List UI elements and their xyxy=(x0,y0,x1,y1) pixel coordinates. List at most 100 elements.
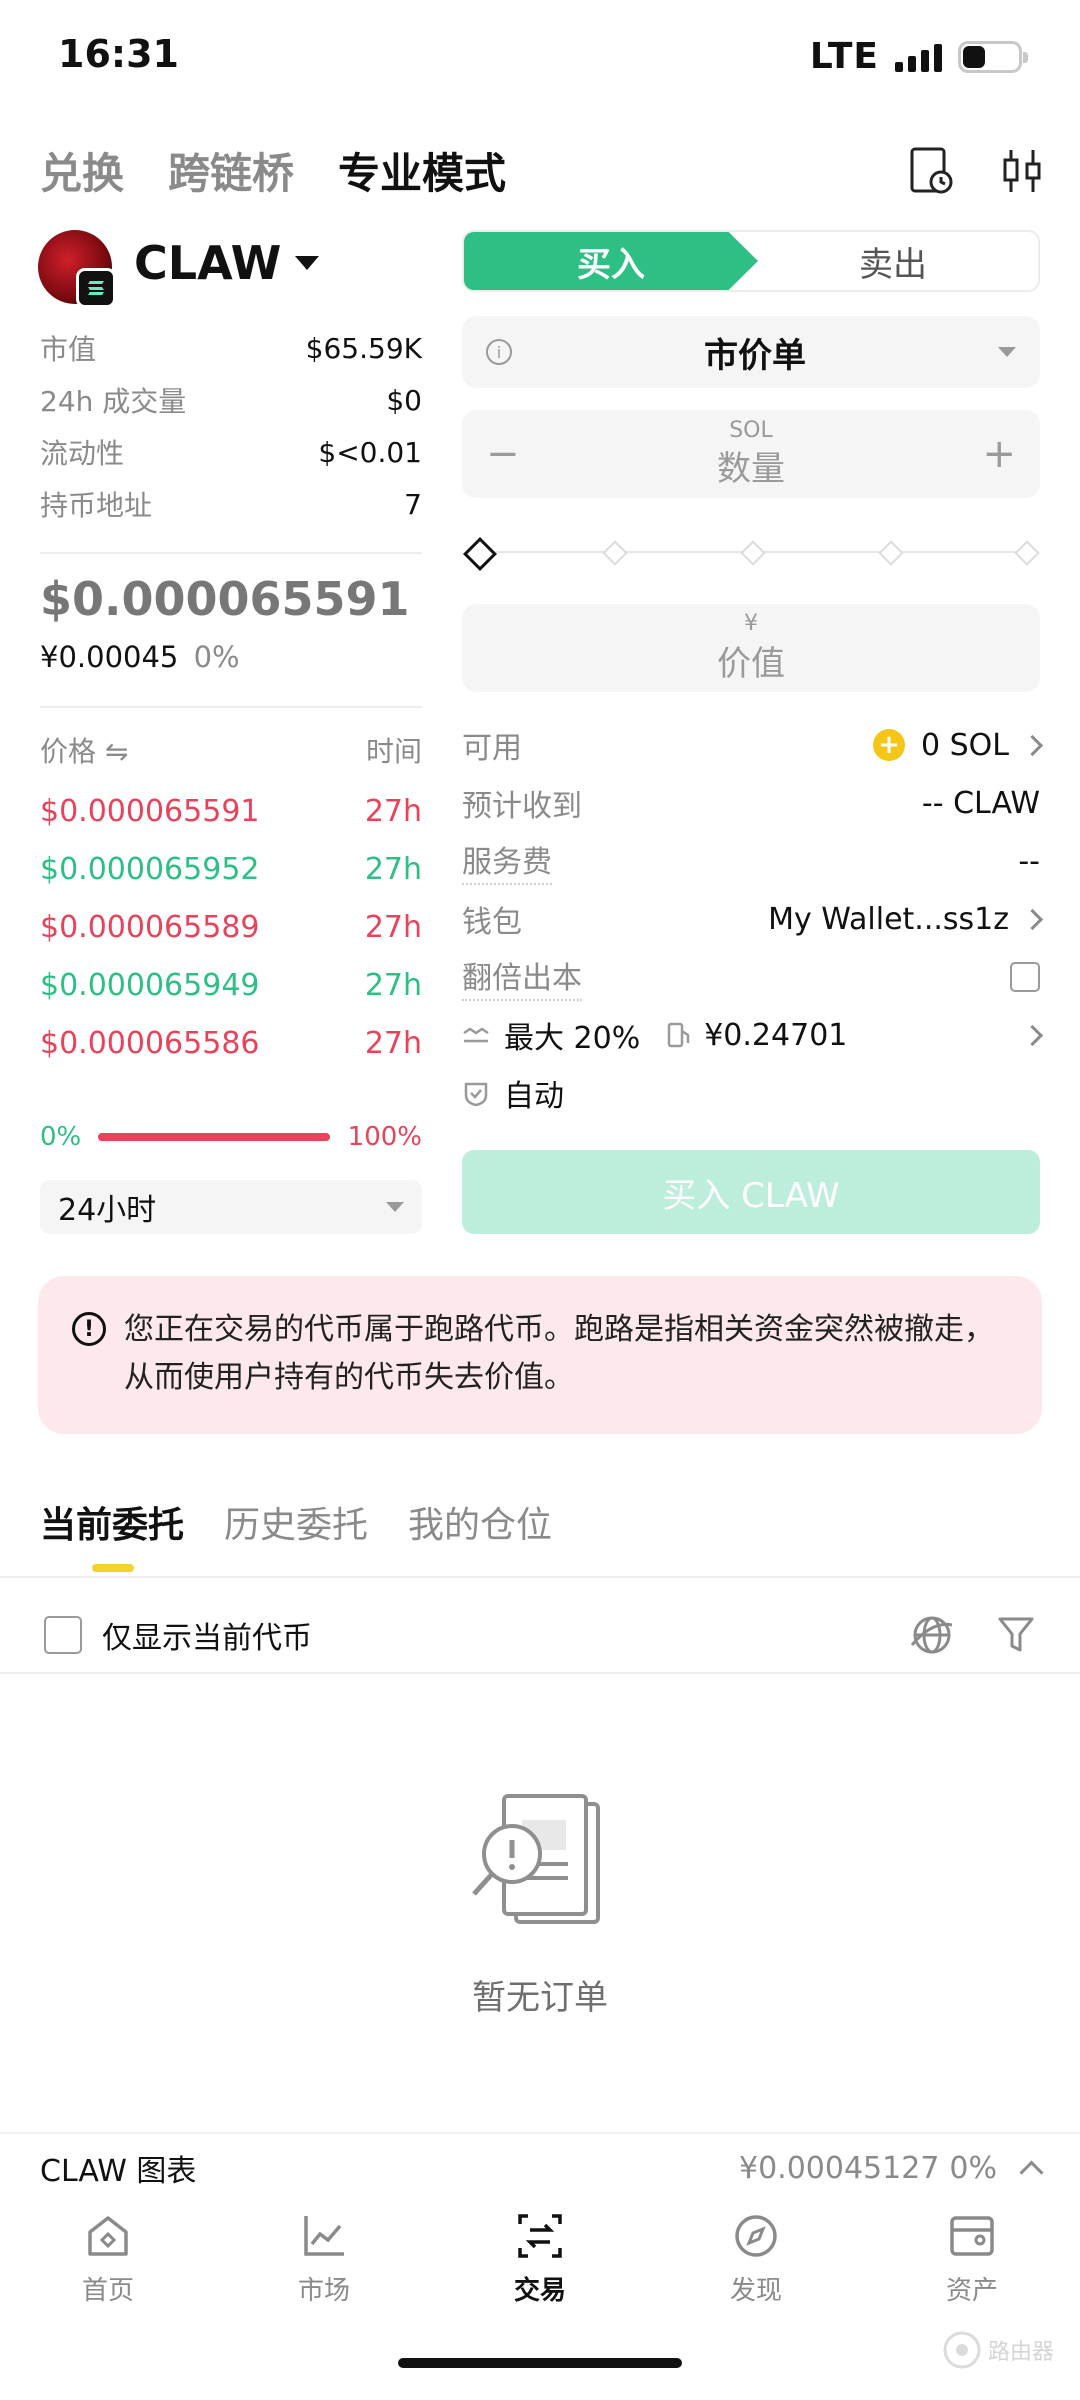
battery-icon xyxy=(958,40,1028,73)
amount-slider[interactable] xyxy=(463,537,1040,571)
chart-change: 0% xyxy=(949,2150,997,2186)
available-row[interactable]: 可用 + 0 SOL xyxy=(462,716,1044,774)
token-price-usd: $0.000065591 xyxy=(40,572,410,626)
token-selector[interactable]: CLAW xyxy=(134,236,320,290)
stat-holders: 持币地址 7 xyxy=(40,487,422,523)
gas-icon xyxy=(667,1022,690,1048)
divider xyxy=(40,706,422,708)
discover-compass-icon xyxy=(735,2215,777,2257)
orders-filter-row: 仅显示当前代币 xyxy=(44,1600,1036,1670)
home-indicator[interactable] xyxy=(398,2358,682,2368)
signal-icon xyxy=(895,42,942,72)
solana-badge-icon xyxy=(76,268,116,308)
double-cost-checkbox[interactable] xyxy=(1010,962,1040,992)
trade-row: $0.000065589 27h xyxy=(40,909,422,945)
nav-discover[interactable]: 发现 xyxy=(676,2210,836,2320)
token-logo xyxy=(38,230,116,308)
market-chart-icon xyxy=(304,2216,344,2256)
chevron-up-icon xyxy=(1019,2159,1044,2185)
available-value: 0 SOL xyxy=(921,727,1009,763)
double-cost-row: 翻倍出本 xyxy=(462,948,1040,1006)
wallet-row[interactable]: 钱包 My Wallet...ss1z xyxy=(462,890,1044,948)
recent-trades: $0.000065591 27h $0.000065952 27h $0.00006… xyxy=(40,782,422,1072)
shield-check-icon xyxy=(464,1082,488,1107)
expected-label: 预计收到 xyxy=(462,789,582,824)
only-current-token-label[interactable]: 仅显示当前代币 xyxy=(102,1613,312,1657)
watermark-logo-icon xyxy=(943,2331,981,2369)
slider-step-25[interactable] xyxy=(602,540,628,566)
order-history-icon[interactable] xyxy=(908,146,954,196)
alert-icon: ! xyxy=(72,1312,106,1346)
network-type: LTE xyxy=(809,36,879,77)
tab-pro-mode[interactable]: 专业模式 xyxy=(338,140,506,201)
divider xyxy=(0,1576,1080,1578)
home-icon xyxy=(88,2216,128,2256)
slider-step-75[interactable] xyxy=(878,540,904,566)
slippage-gas-row[interactable]: 最大 20% ¥0.24701 xyxy=(462,1006,1044,1064)
active-tab-indicator xyxy=(92,1564,134,1572)
chevron-down-icon xyxy=(386,1202,404,1212)
chevron-down-icon xyxy=(998,347,1016,357)
expected-value: -- CLAW xyxy=(921,785,1040,821)
status-indicators: LTE xyxy=(809,36,1028,77)
wallet-icon xyxy=(950,2216,994,2256)
candlestick-chart-icon[interactable] xyxy=(1000,146,1044,196)
tab-current-orders[interactable]: 当前委托 xyxy=(40,1496,184,1548)
trade-swap-icon xyxy=(518,2214,562,2258)
double-cost-label[interactable]: 翻倍出本 xyxy=(462,953,582,1001)
quantity-stepper[interactable]: − SOL 数量 + xyxy=(462,410,1040,498)
stat-volume-24h: 24h 成交量 $0 xyxy=(40,383,422,419)
minus-icon[interactable]: − xyxy=(486,431,520,477)
expected-row: 预计收到 -- CLAW xyxy=(462,774,1040,832)
time-range-value: 24小时 xyxy=(58,1193,157,1228)
warning-text: 您正在交易的代币属于跑路代币。跑路是指相关资金突然被撤走，从而使用户持有的代币失… xyxy=(124,1312,994,1395)
order-type-value: 市价单 xyxy=(704,335,806,376)
add-funds-icon[interactable]: + xyxy=(873,729,905,761)
buy-tab[interactable]: 买入 xyxy=(464,232,758,290)
token-change: 0% xyxy=(193,640,240,674)
quantity-placeholder: 数量 xyxy=(717,449,785,489)
sell-tab[interactable]: 卖出 xyxy=(748,232,1038,290)
info-icon[interactable]: i xyxy=(486,339,512,365)
slider-step-100[interactable] xyxy=(1014,540,1040,566)
time-range-select[interactable]: 24小时 xyxy=(40,1180,422,1234)
stat-market-cap: 市值 $65.59K xyxy=(40,331,422,367)
watermark: 路由器 xyxy=(942,2326,1062,2374)
order-type-select[interactable]: i 市价单 xyxy=(462,316,1040,388)
quantity-input[interactable]: SOL 数量 xyxy=(717,418,785,490)
token-price-cny-row: ¥0.00045 0% xyxy=(40,640,240,674)
tab-swap[interactable]: 兑换 xyxy=(40,140,124,201)
filter-icon[interactable] xyxy=(996,1614,1036,1656)
auto-row[interactable]: 自动 xyxy=(462,1064,1040,1122)
nav-trade[interactable]: 交易 xyxy=(460,2210,620,2320)
order-tabs: 当前委托 历史委托 我的仓位 xyxy=(40,1496,552,1548)
nav-home[interactable]: 首页 xyxy=(28,2210,188,2320)
nav-assets[interactable]: 资产 xyxy=(892,2210,1052,2320)
chart-collapse-bar[interactable]: CLAW 图表 ¥0.00045127 0% xyxy=(0,2132,1080,2202)
plus-icon[interactable]: + xyxy=(982,431,1016,477)
nav-market[interactable]: 市场 xyxy=(244,2210,404,2320)
divider xyxy=(40,552,422,554)
buy-sell-toggle: 买入 卖出 xyxy=(462,230,1040,292)
slider-step-50[interactable] xyxy=(740,540,766,566)
mode-tabs: 兑换 跨链桥 专业模式 xyxy=(40,140,506,201)
tab-my-positions[interactable]: 我的仓位 xyxy=(408,1496,552,1548)
rug-warning-banner: ! 您正在交易的代币属于跑路代币。跑路是指相关资金突然被撤走，从而使用户持有的代… xyxy=(38,1276,1042,1434)
fee-label[interactable]: 服务费 xyxy=(462,837,552,885)
available-label: 可用 xyxy=(462,731,522,766)
chevron-right-icon xyxy=(1021,1024,1044,1046)
trade-row: $0.000065586 27h xyxy=(40,1025,422,1061)
network-globe-icon[interactable] xyxy=(908,1611,956,1659)
slider-handle[interactable] xyxy=(463,537,497,571)
trade-row: $0.000065952 27h xyxy=(40,851,422,887)
tab-order-history[interactable]: 历史委托 xyxy=(224,1496,368,1548)
only-current-token-checkbox[interactable] xyxy=(44,1616,82,1654)
price-column-header[interactable]: 价格 ⇋ xyxy=(40,730,128,770)
token-stats: 市值 $65.59K 24h 成交量 $0 流动性 $<0.01 持币地址 7 xyxy=(40,322,422,554)
status-time: 16:31 xyxy=(58,32,179,76)
no-orders-illustration-icon xyxy=(472,1794,600,1924)
tab-bridge[interactable]: 跨链桥 xyxy=(168,140,294,201)
buy-token-button[interactable]: 买入 CLAW xyxy=(462,1150,1040,1234)
token-symbol: CLAW xyxy=(134,236,282,290)
value-input[interactable]: ¥ 价值 xyxy=(462,604,1040,692)
